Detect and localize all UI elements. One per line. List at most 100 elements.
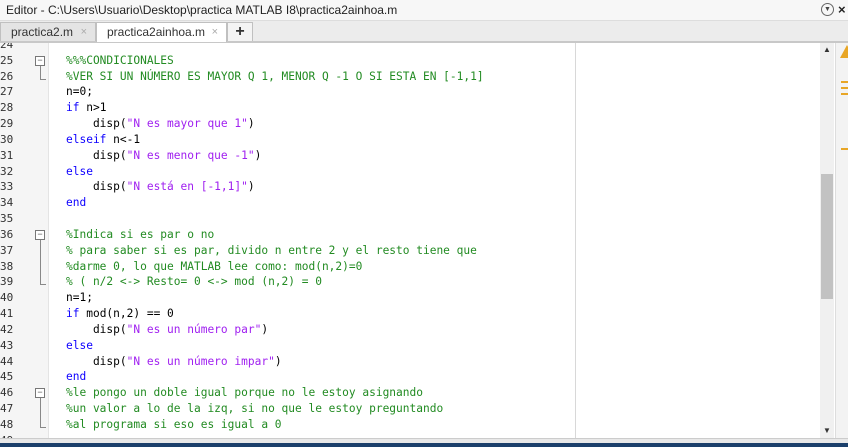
code-text: ) [247, 180, 255, 194]
warning-marker[interactable] [841, 93, 848, 95]
fold-toggle-icon[interactable]: − [35, 229, 45, 240]
keyword: else [66, 338, 93, 352]
comment: %le pongo un doble igual porque no le es… [66, 386, 423, 400]
code-text: n=0; [66, 85, 93, 99]
code-text: disp( [66, 117, 127, 131]
keyword: elseif [66, 132, 107, 146]
code-editor[interactable]: 24 25 26 27 28 29 30 31 32 33 34 35 36 37 38 39 40 41 42 43… [0, 43, 820, 438]
tab-label: practica2.m [11, 25, 74, 39]
code-line[interactable]: else [66, 338, 93, 354]
close-tab-icon[interactable]: × [81, 23, 87, 42]
comment: % ( n/2 <-> Resto= 0 <-> mod (n,2) = 0 [66, 275, 322, 289]
string: "N es menor que -1" [126, 148, 255, 162]
dropdown-icon[interactable]: ▼ [821, 3, 834, 16]
line-number: 44 [0, 354, 14, 368]
window-title: Editor - C:\Users\Usuario\Desktop\practi… [6, 3, 398, 17]
code-line[interactable]: if n>1 [66, 100, 106, 116]
tab-bar: practica2.m × practica2ainhoa.m × + [0, 21, 848, 43]
code-line[interactable]: else [66, 164, 93, 180]
line-number: 28 [0, 101, 14, 115]
line-number: 47 [0, 402, 14, 416]
code-text: n<-1 [106, 132, 141, 146]
fold-end [40, 78, 46, 80]
string: "N está en [-1,1]" [126, 180, 248, 194]
code-line[interactable]: elseif n<-1 [66, 132, 140, 148]
fold-line [40, 65, 41, 79]
code-line[interactable]: disp("N está en [-1,1]") [66, 179, 255, 195]
code-line[interactable]: end [66, 195, 86, 211]
code-line[interactable]: disp("N es mayor que 1") [66, 116, 255, 132]
code-line[interactable]: disp("N es un número impar") [66, 354, 282, 370]
line-number: 30 [0, 132, 14, 146]
line-number: 34 [0, 196, 14, 210]
code-line[interactable]: %VER SI UN NÚMERO ES MAYOR Q 1, MENOR Q … [66, 69, 484, 85]
comment: %un valor a lo de la izq, si no que le e… [66, 402, 444, 416]
code-text: disp( [66, 148, 127, 162]
line-number: 31 [0, 148, 14, 162]
code-line[interactable]: % ( n/2 <-> Resto= 0 <-> mod (n,2) = 0 [66, 274, 322, 290]
keyword: if [66, 101, 80, 115]
code-line[interactable]: %darme 0, lo que MATLAB lee como: mod(n,… [66, 259, 362, 275]
line-number: 29 [0, 117, 14, 131]
code-text: ) [274, 354, 282, 368]
code-line[interactable]: disp("N es menor que -1") [66, 148, 261, 164]
comment: %Indica si es par o no [66, 227, 215, 241]
string: "N es un número impar" [126, 354, 275, 368]
code-line[interactable]: n=0; [66, 84, 93, 100]
code-text: n=1; [66, 291, 93, 305]
fold-line [40, 398, 41, 427]
code-text: mod(n,2) == 0 [79, 307, 174, 321]
new-tab-button[interactable]: + [227, 22, 253, 41]
close-icon[interactable]: × [838, 0, 846, 20]
code-text: ) [254, 148, 262, 162]
comment: %%%CONDICIONALES [66, 53, 174, 67]
line-number: 41 [0, 307, 14, 321]
code-line[interactable]: %Indica si es par o no [66, 227, 214, 243]
line-number: 38 [0, 259, 14, 273]
code-line[interactable]: if mod(n,2) == 0 [66, 306, 174, 322]
code-line[interactable]: % para saber si es par, divido n entre 2… [66, 243, 477, 259]
line-number: 37 [0, 243, 14, 257]
string: "N es un número par" [126, 322, 262, 336]
right-margin-line [575, 43, 576, 438]
keyword: end [66, 370, 87, 384]
comment: %darme 0, lo que MATLAB lee como: mod(n,… [66, 259, 363, 273]
warning-marker[interactable] [841, 87, 848, 89]
scroll-down-icon[interactable]: ▼ [823, 426, 831, 435]
line-number: 27 [0, 85, 14, 99]
line-number: 25 [0, 53, 14, 67]
code-line[interactable]: %al programa si eso es igual a 0 [66, 417, 282, 433]
code-text: disp( [66, 180, 127, 194]
vertical-scrollbar[interactable]: ▲ ▼ [820, 43, 834, 438]
line-number: 39 [0, 275, 14, 289]
tab-practica2[interactable]: practica2.m × [0, 22, 96, 41]
close-tab-icon[interactable]: × [212, 23, 218, 42]
scroll-up-icon[interactable]: ▲ [823, 45, 831, 54]
line-number: 26 [0, 69, 14, 83]
line-number-gutter: 24 25 26 27 28 29 30 31 32 33 34 35 36 37 38 39 40 41 42 43… [0, 43, 49, 438]
code-text: disp( [66, 322, 127, 336]
code-line[interactable]: n=1; [66, 290, 93, 306]
line-number: 33 [0, 180, 14, 194]
code-line[interactable]: %le pongo un doble igual porque no le es… [66, 385, 423, 401]
code-line[interactable]: %un valor a lo de la izq, si no que le e… [66, 401, 443, 417]
scrollbar-thumb[interactable] [821, 174, 833, 299]
fold-toggle-icon[interactable]: − [35, 388, 45, 399]
tab-label: practica2ainhoa.m [107, 25, 206, 39]
warning-marker[interactable] [841, 148, 848, 150]
warning-marker[interactable] [841, 81, 848, 83]
comment: %VER SI UN NÚMERO ES MAYOR Q 1, MENOR Q … [66, 69, 484, 83]
fold-toggle-icon[interactable]: − [35, 55, 45, 66]
code-text: disp( [66, 354, 127, 368]
code-line[interactable]: end [66, 369, 86, 385]
keyword: else [66, 164, 93, 178]
comment: % para saber si es par, divido n entre 2… [66, 243, 477, 257]
warning-icon[interactable] [840, 45, 848, 58]
keyword: end [66, 196, 87, 210]
code-line[interactable]: disp("N es un número par") [66, 322, 268, 338]
keyword: if [66, 307, 80, 321]
code-text: ) [247, 117, 255, 131]
tab-practica2ainhoa[interactable]: practica2ainhoa.m × [96, 22, 227, 42]
code-line[interactable]: %%%CONDICIONALES [66, 53, 174, 69]
line-number: 48 [0, 417, 14, 431]
